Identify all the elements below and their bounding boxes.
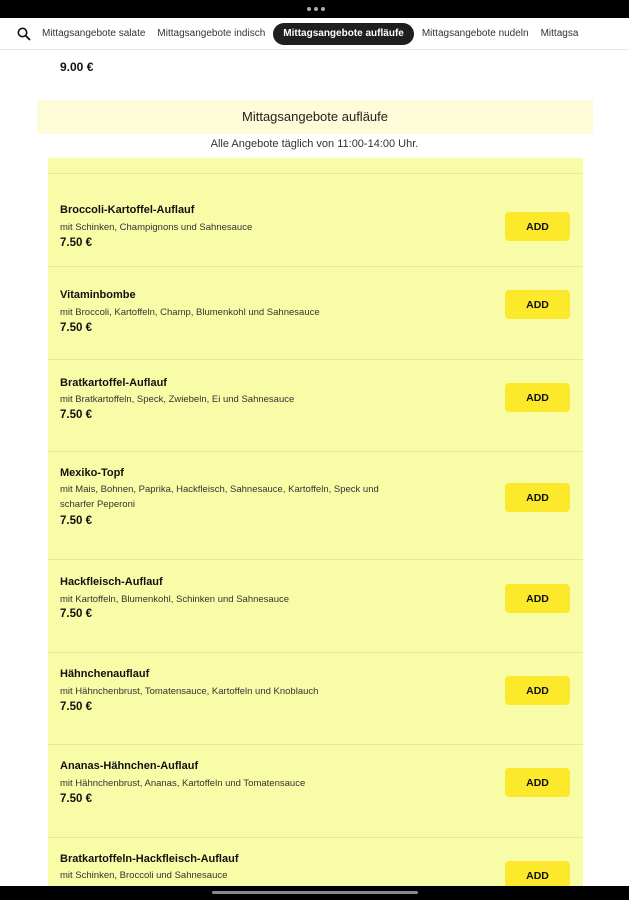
category-tab[interactable]: Mittagsangebote indisch xyxy=(151,23,271,45)
category-tabs: Mittagsangebote salate Mittagsangebote in… xyxy=(36,23,584,45)
category-tab[interactable]: Mittagsa xyxy=(535,23,585,45)
item-name: Hackfleisch-Auflauf xyxy=(60,576,163,588)
item-price: 7.50 € xyxy=(60,237,92,249)
item-name: Broccoli-Kartoffel-Auflauf xyxy=(60,204,195,216)
item-name: Bratkartoffel-Auflauf xyxy=(60,377,167,389)
item-price: 7.50 € xyxy=(60,608,92,620)
menu-item[interactable]: Mexiko-Topf mit Mais, Bohnen, Paprika, Ha… xyxy=(48,451,583,559)
item-description: mit Schinken, Champignons und Sahnesauce xyxy=(60,222,253,233)
previous-item-price: 9.00 € xyxy=(60,60,94,74)
item-price: 7.50 € xyxy=(60,793,92,805)
home-handle[interactable] xyxy=(212,891,418,894)
item-name: Vitaminbombe xyxy=(60,289,136,301)
menu-item[interactable]: Bratkartoffel-Auflauf mit Bratkartoffeln,… xyxy=(48,359,583,451)
add-button[interactable]: ADD xyxy=(505,290,570,319)
add-button[interactable]: ADD xyxy=(505,676,570,705)
category-bar: Mittagsangebote salate Mittagsangebote in… xyxy=(0,18,629,50)
item-price: 7.50 € xyxy=(60,701,92,713)
menu-item[interactable]: Ananas-Hähnchen-Auflauf mit Hähnchenbrust… xyxy=(48,744,583,837)
item-description: mit Hähnchenbrust, Ananas, Kartoffeln un… xyxy=(60,778,306,789)
item-name: Bratkartoffeln-Hackfleisch-Auflauf xyxy=(60,853,239,865)
item-description: mit Schinken, Broccoli und Sahnesauce xyxy=(60,870,228,881)
menu-item[interactable]: Hackfleisch-Auflauf mit Kartoffeln, Blume… xyxy=(48,559,583,652)
menu-item[interactable]: Vitaminbombe mit Broccoli, Kartoffeln, Ch… xyxy=(48,266,583,359)
item-name: Ananas-Hähnchen-Auflauf xyxy=(60,760,199,772)
menu-item[interactable]: Broccoli-Kartoffel-Auflauf mit Schinken, … xyxy=(48,173,583,266)
add-button[interactable]: ADD xyxy=(505,212,570,241)
add-button[interactable]: ADD xyxy=(505,483,570,512)
item-description: mit Bratkartoffeln, Speck, Zwiebeln, Ei … xyxy=(60,394,295,405)
item-price: 7.50 € xyxy=(60,515,92,527)
add-button[interactable]: ADD xyxy=(505,584,570,613)
search-icon[interactable] xyxy=(16,26,32,42)
category-tab[interactable]: Mittagsangebote aufläufe xyxy=(273,23,414,45)
item-price: 7.50 € xyxy=(60,322,92,334)
item-name: Mexiko-Topf xyxy=(60,467,124,479)
status-dots xyxy=(307,7,325,11)
item-description: mit Hähnchenbrust, Tomatensauce, Kartoff… xyxy=(60,686,319,697)
item-description: mit Kartoffeln, Blumenkohl, Schinken und… xyxy=(60,594,290,605)
menu-item[interactable]: Hähnchenauflauf mit Hähnchenbrust, Tomate… xyxy=(48,652,583,744)
item-price: 7.50 € xyxy=(60,409,92,421)
section-subtitle: Alle Angebote täglich von 11:00-14:00 Uh… xyxy=(210,138,419,150)
category-tab[interactable]: Mittagsangebote salate xyxy=(36,23,151,45)
item-description: mit Broccoli, Kartoffeln, Champ, Blumenk… xyxy=(60,307,320,318)
status-bar xyxy=(0,0,629,18)
menu-list: Broccoli-Kartoffel-Auflauf mit Schinken, … xyxy=(48,158,583,900)
item-description: mit Mais, Bohnen, Paprika, Hackfleisch, … xyxy=(60,484,379,510)
section-title: Mittagsangebote aufläufe xyxy=(37,100,593,134)
category-tab[interactable]: Mittagsangebote nudeln xyxy=(416,23,535,45)
add-button[interactable]: ADD xyxy=(505,768,570,797)
navigation-bar xyxy=(0,886,629,900)
item-name: Hähnchenauflauf xyxy=(60,668,150,680)
add-button[interactable]: ADD xyxy=(505,383,570,412)
